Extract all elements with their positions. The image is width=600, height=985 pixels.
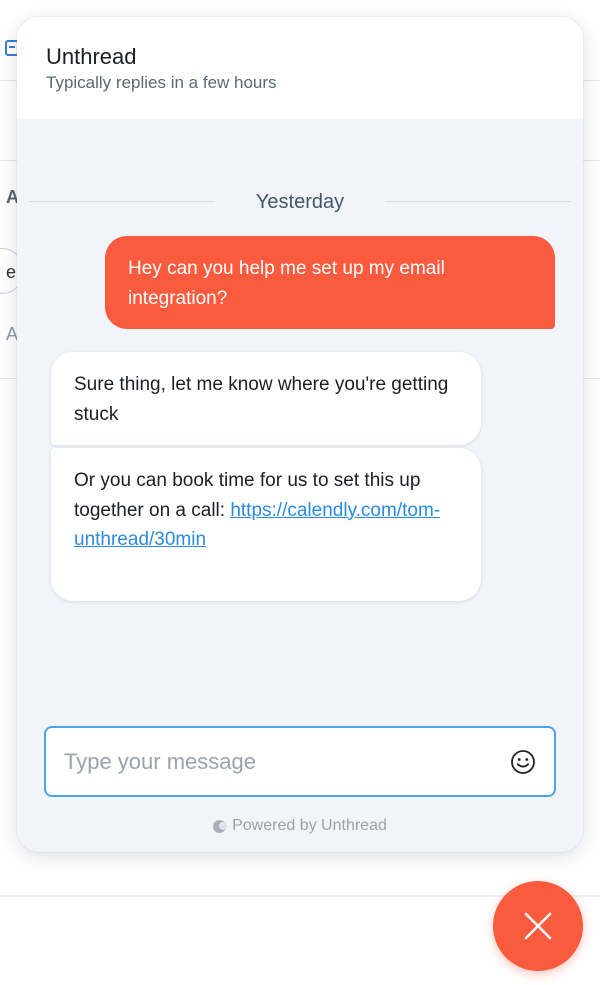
divider [29, 201, 215, 202]
message-input[interactable] [64, 748, 510, 775]
message-text: Hey can you help me set up my email inte… [128, 258, 445, 309]
chat-widget: Unthread Typically replies in a few hour… [17, 17, 583, 852]
unthread-logo-icon [213, 819, 228, 833]
host-text-fragment: e [6, 262, 17, 282]
divider [385, 201, 571, 202]
date-divider: Yesterday [17, 187, 583, 217]
widget-subtitle: Typically replies in a few hours [46, 73, 277, 92]
powered-by-text: Powered by Unthread [232, 817, 387, 834]
smiley-icon[interactable] [510, 749, 536, 775]
date-label: Yesterday [255, 190, 345, 213]
message-bubble-incoming: Or you can book time for us to set this … [51, 448, 481, 601]
powered-by-footer[interactable]: Powered by Unthread [17, 817, 583, 835]
widget-header: Unthread Typically replies in a few hour… [17, 17, 583, 119]
message-text: Sure thing, let me know where you're get… [74, 374, 449, 425]
close-icon [524, 912, 552, 940]
message-bubble-outgoing: Hey can you help me set up my email inte… [105, 236, 555, 329]
message-composer[interactable] [44, 726, 556, 797]
widget-title: Unthread [46, 44, 137, 69]
message-bubble-incoming: Sure thing, let me know where you're get… [51, 352, 481, 445]
widget-close-button[interactable] [493, 881, 583, 971]
message-list[interactable]: Yesterday Hey can you help me set up my … [17, 119, 583, 719]
